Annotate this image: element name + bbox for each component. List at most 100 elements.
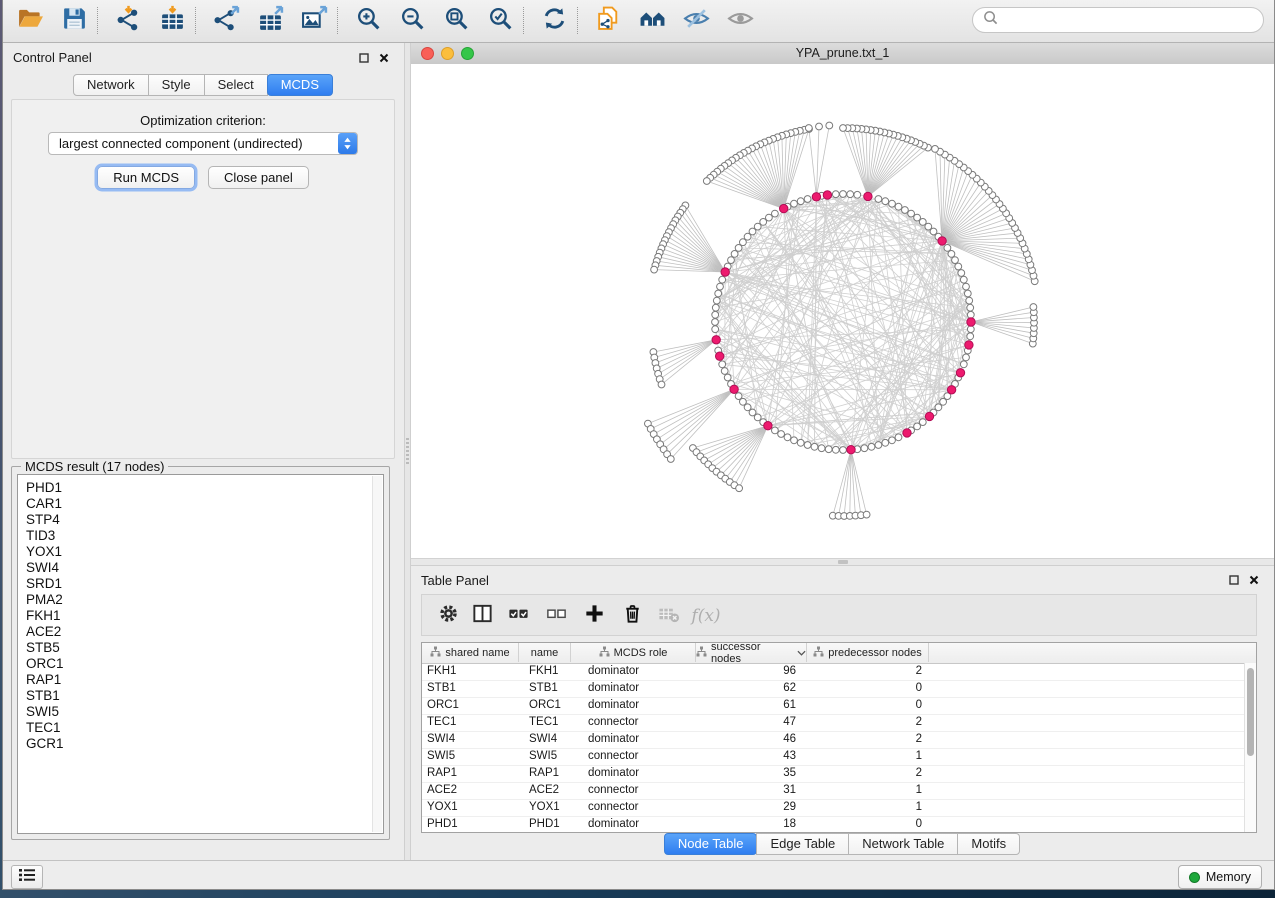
table-tab-edge-table[interactable]: Edge Table: [756, 833, 849, 855]
search-input[interactable]: [1004, 12, 1253, 29]
zoom-fit-button[interactable]: [437, 3, 475, 38]
run-mcds-button[interactable]: Run MCDS: [97, 166, 195, 189]
columns-button[interactable]: [468, 603, 496, 629]
mcds-panel: Optimization criterion: largest connecte…: [11, 99, 395, 459]
mcds-result-node[interactable]: TID3: [18, 528, 383, 544]
table-row[interactable]: TEC1TEC1connector472: [422, 714, 1245, 732]
zoom-selected-button[interactable]: [481, 3, 519, 38]
toolbar-separator: [97, 7, 98, 34]
mcds-result-node[interactable]: ACE2: [18, 624, 383, 640]
column-header-successor-nodes[interactable]: successor nodes: [696, 643, 807, 662]
table-tab-network-table[interactable]: Network Table: [848, 833, 958, 855]
zoom-out-button[interactable]: [393, 3, 431, 38]
zoom-selected-icon: [487, 5, 514, 37]
table-row[interactable]: PHD1PHD1dominator180: [422, 816, 1245, 833]
column-header-name[interactable]: name: [519, 643, 571, 662]
memory-button[interactable]: Memory: [1178, 865, 1262, 889]
mcds-result-node[interactable]: GCR1: [18, 736, 383, 752]
table-row[interactable]: YOX1YOX1connector291: [422, 799, 1245, 817]
table-row[interactable]: FKH1FKH1dominator962: [422, 663, 1245, 681]
mcds-result-node[interactable]: PHD1: [18, 480, 383, 496]
mcds-result-node[interactable]: STB1: [18, 688, 383, 704]
app-window: Control Panel NetworkStyleSelectMCDS Opt…: [2, 0, 1275, 890]
mcds-result-node[interactable]: STB5: [18, 640, 383, 656]
delete-table-button[interactable]: [654, 603, 682, 629]
zoom-fit-icon: [443, 5, 470, 37]
deselect-all-button[interactable]: [542, 603, 570, 629]
task-list-button[interactable]: [11, 865, 43, 889]
search-box[interactable]: [972, 7, 1264, 33]
tab-style[interactable]: Style: [148, 74, 205, 96]
save-icon: [61, 5, 88, 37]
column-header-shared-name[interactable]: shared name: [422, 643, 519, 662]
mcds-result-node[interactable]: TEC1: [18, 720, 383, 736]
close-panel-icon[interactable]: [377, 51, 390, 64]
add-button[interactable]: [580, 603, 608, 629]
table-tab-motifs[interactable]: Motifs: [957, 833, 1020, 855]
refresh-button[interactable]: [535, 3, 573, 38]
hide-selected-button[interactable]: [677, 3, 715, 38]
export-network-button[interactable]: [207, 3, 245, 38]
first-neighbors-button[interactable]: [633, 3, 671, 38]
mcds-result-node[interactable]: PMA2: [18, 592, 383, 608]
horizontal-splitter[interactable]: [411, 558, 1274, 566]
network-view-canvas[interactable]: [411, 64, 1274, 558]
sort-chevron-icon[interactable]: [797, 647, 806, 659]
table-tabs: Node TableEdge TableNetwork TableMotifs: [411, 833, 1274, 855]
criterion-dropdown[interactable]: largest connected component (undirected): [48, 132, 358, 155]
select-all-button[interactable]: [504, 603, 532, 629]
mcds-result-node[interactable]: RAP1: [18, 672, 383, 688]
import-table-button[interactable]: [153, 3, 191, 38]
save-button[interactable]: [55, 3, 93, 38]
float-panel-icon[interactable]: [357, 51, 370, 64]
column-header-predecessor-nodes[interactable]: predecessor nodes: [807, 643, 929, 662]
import-network-button[interactable]: [109, 3, 147, 38]
function-button[interactable]: f(x): [692, 603, 720, 629]
control-panel-title: Control Panel: [13, 50, 92, 65]
show-all-icon: [727, 5, 754, 37]
vertical-splitter[interactable]: [404, 43, 411, 860]
mcds-result-node[interactable]: FKH1: [18, 608, 383, 624]
mcds-result-node[interactable]: ORC1: [18, 656, 383, 672]
close-table-panel-icon[interactable]: [1247, 573, 1260, 586]
table-scrollbar[interactable]: [1244, 663, 1256, 832]
network-window-titlebar[interactable]: YPA_prune.txt_1: [411, 43, 1274, 65]
shared-column-icon: [599, 646, 610, 660]
table-row[interactable]: ACE2ACE2connector311: [422, 782, 1245, 800]
zoom-out-icon: [399, 5, 426, 37]
mcds-result-node[interactable]: STP4: [18, 512, 383, 528]
open-button[interactable]: [11, 3, 49, 38]
export-table-button[interactable]: [251, 3, 289, 38]
status-bar: Memory: [3, 860, 1274, 890]
mcds-result-node[interactable]: YOX1: [18, 544, 383, 560]
mcds-result-node[interactable]: CAR1: [18, 496, 383, 512]
list-scrollbar[interactable]: [372, 476, 382, 832]
tab-select[interactable]: Select: [204, 74, 268, 96]
delete-button[interactable]: [618, 603, 646, 629]
column-header-MCDS-role[interactable]: MCDS role: [571, 643, 696, 662]
table-row[interactable]: RAP1RAP1dominator352: [422, 765, 1245, 783]
tab-network[interactable]: Network: [73, 74, 149, 96]
float-table-panel-icon[interactable]: [1227, 573, 1240, 586]
open-icon: [17, 5, 44, 37]
zoom-in-button[interactable]: [349, 3, 387, 38]
mcds-result-node[interactable]: SRD1: [18, 576, 383, 592]
table-row[interactable]: SWI4SWI4dominator462: [422, 731, 1245, 749]
mcds-result-node[interactable]: SWI4: [18, 560, 383, 576]
duplicate-network-button[interactable]: [589, 3, 627, 38]
tab-mcds[interactable]: MCDS: [267, 74, 333, 96]
table-scrollbar-thumb[interactable]: [1247, 668, 1254, 756]
first-neighbors-icon: [639, 5, 666, 37]
export-image-button[interactable]: [295, 3, 333, 38]
node-table[interactable]: shared namenameMCDS rolesuccessor nodesp…: [421, 642, 1257, 833]
table-row[interactable]: SWI5SWI5connector431: [422, 748, 1245, 766]
table-row[interactable]: STB1STB1dominator620: [422, 680, 1245, 698]
mcds-result-list[interactable]: PHD1CAR1STP4TID3YOX1SWI4SRD1PMA2FKH1ACE2…: [17, 474, 384, 834]
toolbar-separator: [195, 7, 196, 34]
mcds-result-node[interactable]: SWI5: [18, 704, 383, 720]
show-all-button[interactable]: [721, 3, 759, 38]
table-tab-node-table[interactable]: Node Table: [664, 833, 758, 855]
gear-button[interactable]: [434, 603, 462, 629]
table-row[interactable]: ORC1ORC1dominator610: [422, 697, 1245, 715]
close-panel-button[interactable]: Close panel: [208, 166, 309, 189]
